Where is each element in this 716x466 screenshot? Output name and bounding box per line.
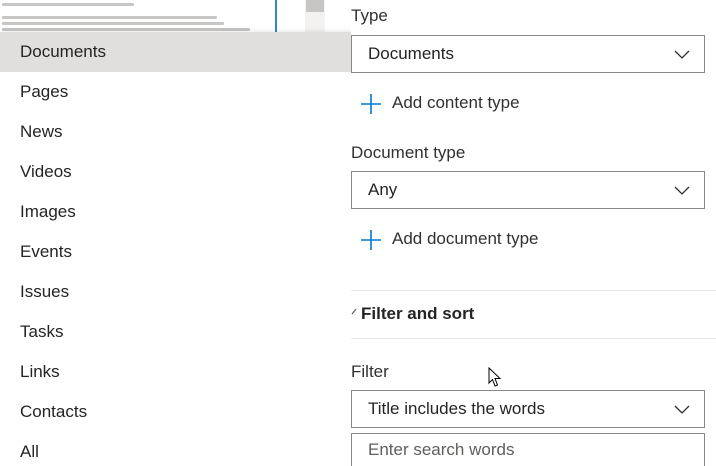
menu-item-news[interactable]: News: [0, 112, 351, 152]
caret-icon: [351, 308, 357, 315]
chevron-down-icon: [674, 50, 690, 59]
menu-item-contacts[interactable]: Contacts: [0, 392, 351, 432]
plus-icon: [361, 94, 381, 114]
property-panel: Type Documents Add content type Document…: [351, 0, 716, 466]
menu-item-documents[interactable]: Documents: [0, 32, 351, 72]
add-document-type-button[interactable]: Add document type: [359, 225, 579, 255]
type-label: Type: [351, 6, 388, 25]
filter-and-sort-title: Filter and sort: [361, 304, 475, 323]
menu-item-all[interactable]: All: [0, 432, 351, 466]
plus-icon: [361, 230, 381, 250]
chevron-down-icon: [674, 405, 690, 414]
menu-item-videos[interactable]: Videos: [0, 152, 351, 192]
section-divider: [351, 338, 716, 339]
type-dropdown[interactable]: Documents: [351, 35, 705, 73]
document-type-dropdown[interactable]: Any: [351, 171, 705, 209]
menu-item-events[interactable]: Events: [0, 232, 351, 272]
document-preview: [0, 0, 275, 32]
menu-item-issues[interactable]: Issues: [0, 272, 351, 312]
menu-item-links[interactable]: Links: [0, 352, 351, 392]
filter-dropdown-value: Title includes the words: [368, 399, 546, 418]
filter-and-sort-section-header[interactable]: Filter and sort: [351, 300, 716, 330]
search-words-input[interactable]: [351, 433, 705, 466]
document-type-label: Document type: [351, 143, 466, 162]
menu-item-images[interactable]: Images: [0, 192, 351, 232]
type-dropdown-menu: Documents Pages News Videos Images Event…: [0, 32, 351, 466]
menu-item-tasks[interactable]: Tasks: [0, 312, 351, 352]
menu-item-pages[interactable]: Pages: [0, 72, 351, 112]
filter-label: Filter: [351, 362, 389, 381]
add-document-type-label: Add document type: [392, 229, 539, 248]
document-type-dropdown-value: Any: [368, 180, 398, 199]
section-divider: [351, 290, 716, 291]
screen: Documents Pages News Videos Images Event…: [0, 0, 716, 466]
preview-scrollbar-thumb[interactable]: [306, 0, 324, 12]
type-dropdown-value: Documents: [368, 44, 454, 63]
add-content-type-button[interactable]: Add content type: [359, 89, 559, 119]
add-content-type-label: Add content type: [392, 93, 520, 112]
chevron-down-icon: [674, 186, 690, 195]
preview-divider: [275, 0, 277, 32]
filter-dropdown[interactable]: Title includes the words: [351, 390, 705, 428]
